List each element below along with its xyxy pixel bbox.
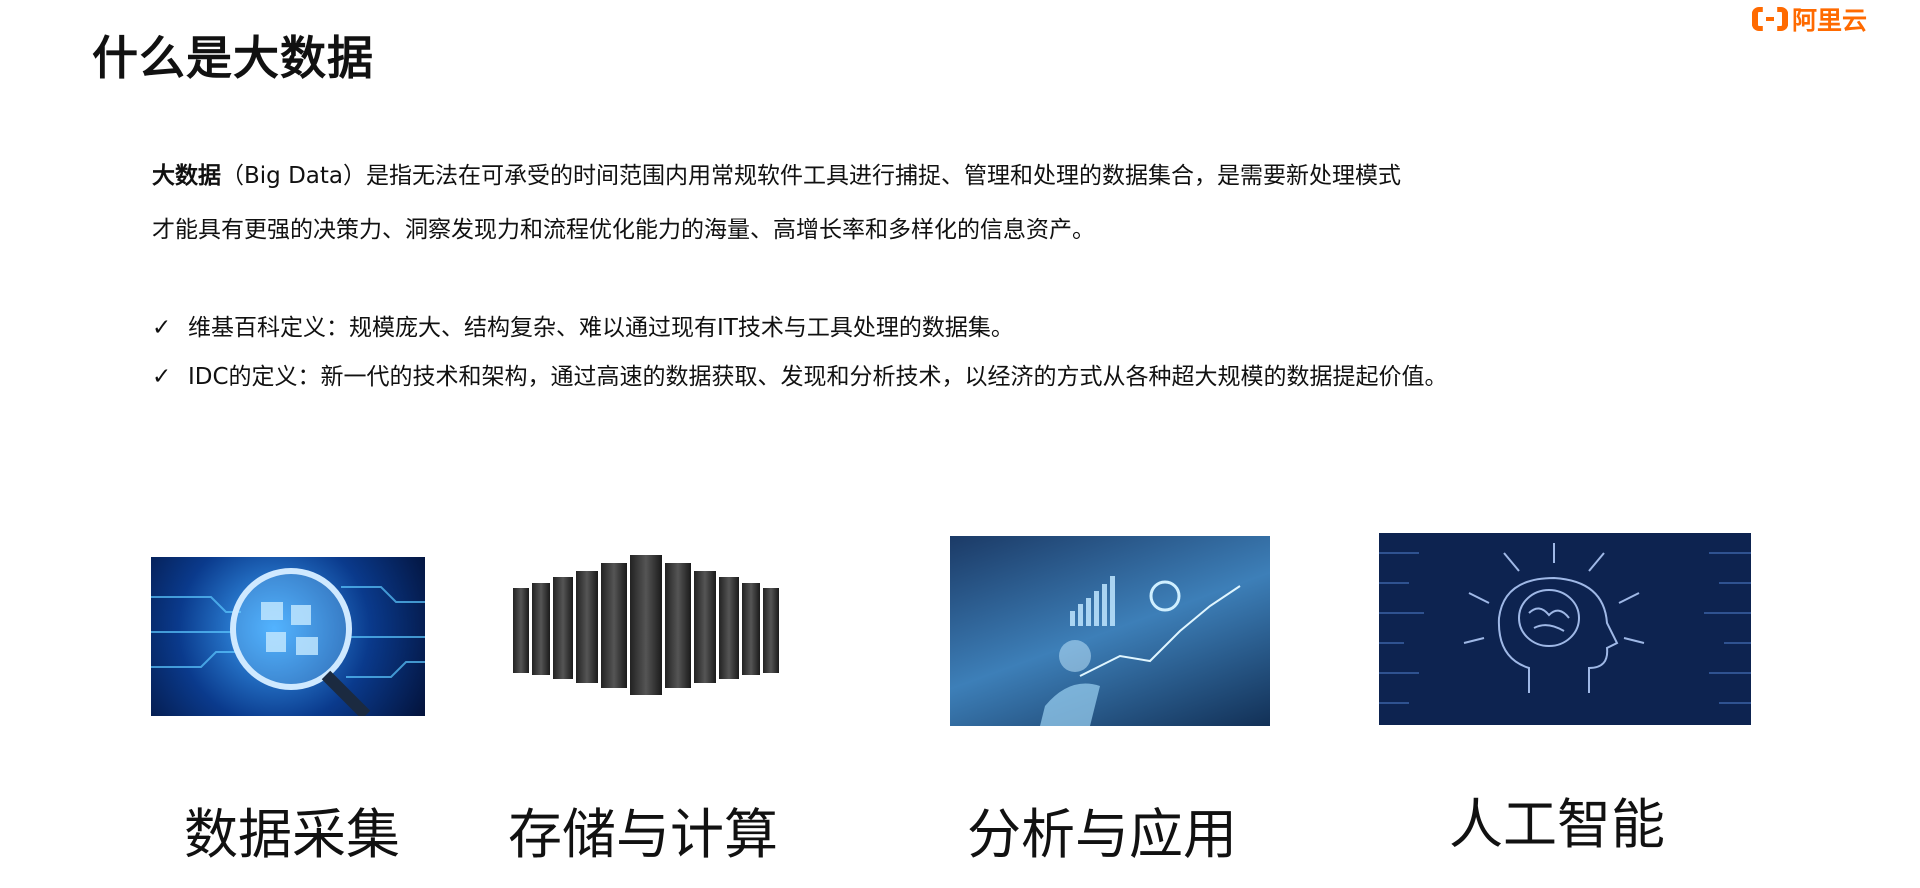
bullet-wikipedia: ✓ 维基百科定义：规模庞大、结构复杂、难以通过现有IT技术与工具处理的数据集。 bbox=[152, 304, 1682, 353]
logo-text: 阿里云 bbox=[1792, 6, 1868, 35]
intro-paragraph: 大数据（Big Data）是指无法在可承受的时间范围内用常规软件工具进行捕捉、管… bbox=[152, 149, 1692, 257]
page-title: 什么是大数据 bbox=[92, 31, 374, 85]
aliyun-logo: 阿里云 bbox=[1752, 5, 1867, 35]
intro-line-2: 才能具有更强的决策力、洞察发现力和流程优化能力的海量、高增长率和多样化的信息资产… bbox=[152, 217, 1095, 243]
magnifier-icon bbox=[151, 568, 425, 716]
server-racks-icon bbox=[513, 555, 779, 695]
chart-hand-icon bbox=[1040, 576, 1241, 726]
analytics-image bbox=[950, 536, 1270, 726]
intro-line-1: （Big Data）是指无法在可承受的时间范围内用常规软件工具进行捕捉、管理和处… bbox=[221, 163, 1401, 189]
caption-ai: 人工智能 bbox=[1449, 793, 1665, 856]
bullet-idc: ✓ IDC的定义：新一代的技术和架构，通过高速的数据获取、发现和分析技术，以经济… bbox=[152, 353, 1682, 402]
aliyun-logo-icon bbox=[1752, 7, 1788, 31]
check-icon: ✓ bbox=[152, 364, 172, 390]
ai-brain-image bbox=[1379, 533, 1751, 725]
caption-analysis-application: 分析与应用 bbox=[967, 803, 1237, 866]
caption-storage-compute: 存储与计算 bbox=[508, 803, 778, 866]
data-collection-image bbox=[151, 557, 425, 716]
intro-term: 大数据 bbox=[152, 163, 221, 189]
brain-head-icon bbox=[1379, 543, 1751, 704]
check-icon: ✓ bbox=[152, 315, 172, 341]
storage-servers-image bbox=[508, 553, 811, 704]
bullet-text: 维基百科定义：规模庞大、结构复杂、难以通过现有IT技术与工具处理的数据集。 bbox=[188, 315, 1014, 341]
caption-data-collection: 数据采集 bbox=[184, 803, 400, 866]
bullet-text: IDC的定义：新一代的技术和架构，通过高速的数据获取、发现和分析技术，以经济的方… bbox=[188, 364, 1448, 390]
